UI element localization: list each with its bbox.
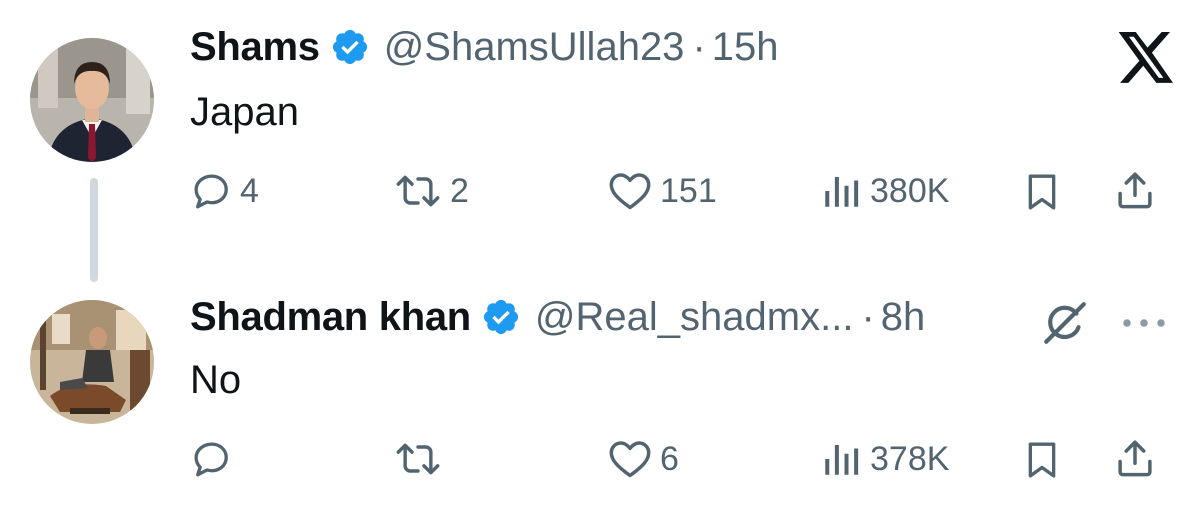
bookmark-icon (1028, 174, 1056, 210)
tweet-header: Shams @ShamsUllah23 · 15h (190, 22, 779, 72)
timestamp[interactable]: 8h (881, 295, 926, 340)
like-count: 151 (660, 171, 717, 210)
user-handle[interactable]: @Real_shadmx... (535, 295, 854, 340)
views-button[interactable]: 380K (820, 170, 949, 212)
views-icon (825, 445, 859, 475)
thread-connector-line (90, 178, 98, 282)
separator-dot: · (692, 24, 706, 69)
views-button[interactable]: 378K (820, 438, 949, 480)
tweet[interactable]: Shams @ShamsUllah23 · 15h Japan 4 2 151 (0, 0, 1200, 282)
grok-icon[interactable] (1040, 298, 1090, 348)
like-count: 6 (660, 439, 679, 478)
timestamp[interactable]: 15h (712, 25, 779, 70)
repost-button[interactable] (394, 438, 450, 480)
view-count: 378K (870, 439, 950, 478)
reply-button[interactable] (190, 438, 240, 480)
avatar[interactable] (30, 300, 154, 424)
avatar-image (30, 38, 154, 162)
tweet-text: No (190, 358, 242, 402)
like-button[interactable]: 6 (608, 438, 679, 480)
share-button[interactable] (1114, 436, 1156, 480)
heart-icon (609, 441, 651, 478)
more-icon[interactable] (1118, 306, 1170, 340)
like-button[interactable]: 151 (608, 170, 717, 212)
avatar-image (30, 300, 154, 424)
tweet[interactable]: Shadman khan @Real_shadmx... · 8h No 6 3… (0, 270, 1200, 513)
repost-icon (396, 175, 440, 207)
reply-count: 4 (240, 171, 259, 210)
tweet-text: Japan (190, 90, 299, 134)
bookmark-icon (1028, 442, 1056, 478)
tweet-header: Shadman khan @Real_shadmx... · 8h (190, 292, 925, 342)
repost-icon (396, 443, 440, 475)
views-icon (825, 177, 859, 207)
verified-badge-icon (332, 29, 367, 65)
verified-badge-icon (483, 299, 519, 335)
heart-icon (609, 173, 651, 210)
x-logo-icon (1118, 32, 1173, 83)
reply-button[interactable]: 4 (190, 170, 259, 212)
share-icon (1118, 440, 1152, 477)
user-handle[interactable]: @ShamsUllah23 (384, 25, 685, 70)
separator-dot: · (861, 294, 875, 339)
share-icon (1118, 172, 1152, 209)
repost-count: 2 (450, 171, 469, 210)
bookmark-button[interactable] (1024, 172, 1060, 212)
view-count: 380K (870, 171, 950, 210)
avatar[interactable] (30, 38, 154, 162)
bookmark-button[interactable] (1024, 440, 1060, 480)
display-name[interactable]: Shams (190, 25, 320, 70)
share-button[interactable] (1114, 168, 1156, 212)
reply-icon (194, 442, 228, 477)
repost-button[interactable]: 2 (394, 170, 469, 212)
display-name[interactable]: Shadman khan (190, 295, 471, 340)
reply-icon (194, 174, 228, 209)
